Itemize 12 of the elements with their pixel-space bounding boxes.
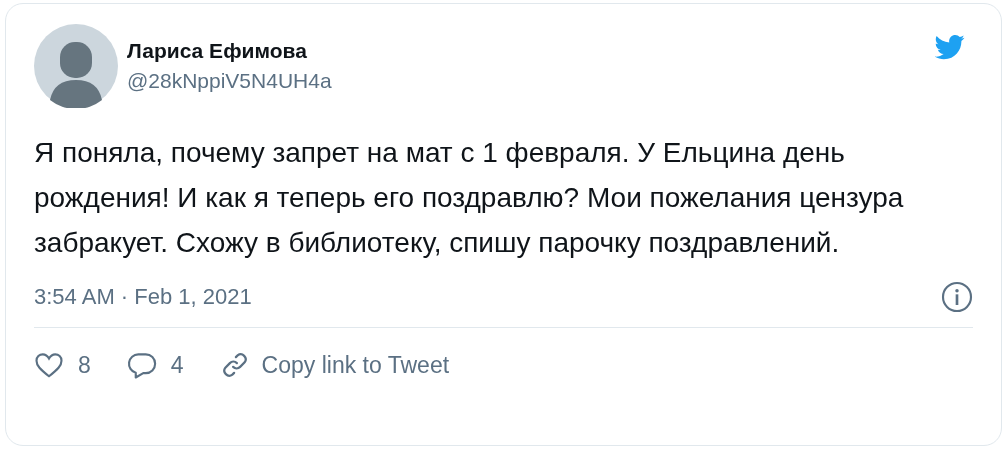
action-label[interactable]: 4 xyxy=(170,351,184,379)
tweet-text: Я поняла, почему запрет на мат с 1 февраля. У Ельцина день рождения! И как я теперь его поздравлю? Мои пожелания цензура забракует. Схожу в библиотеку, спишу парочку поздравлений. xyxy=(34,136,905,260)
bird-logo-icon[interactable] xyxy=(935,32,965,62)
info-icon[interactable] xyxy=(941,281,973,313)
author-name[interactable]: Лариса Ефимова xyxy=(127,39,926,63)
action-label[interactable]: Copy link to Tweet xyxy=(261,351,450,379)
heart-icon[interactable] xyxy=(34,350,64,380)
author-handle[interactable]: @28kNppiV5N4UH4a xyxy=(127,69,926,93)
tweet-timestamp[interactable]: 3:54 AM · Feb 1, 2021 xyxy=(34,284,252,310)
avatar-icon[interactable] xyxy=(34,24,118,108)
speech-bubble-icon[interactable] xyxy=(126,350,157,380)
action-label[interactable]: 8 xyxy=(78,351,91,379)
